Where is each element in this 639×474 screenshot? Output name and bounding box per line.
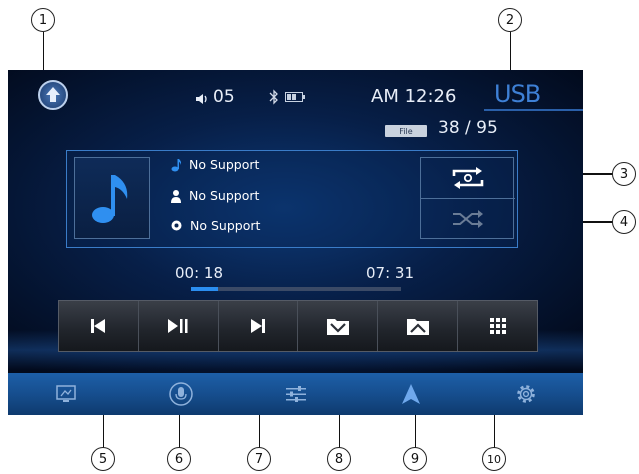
home-up-arrow-icon bbox=[46, 87, 60, 102]
callout-8: 8 bbox=[327, 447, 351, 471]
grid-menu-icon bbox=[489, 318, 506, 334]
person-icon bbox=[171, 189, 181, 203]
bluetooth-icon bbox=[269, 89, 278, 105]
display-nav[interactable] bbox=[8, 373, 123, 415]
shuffle-button[interactable] bbox=[421, 199, 515, 239]
callout-1: 1 bbox=[31, 8, 55, 32]
music-note-small-icon bbox=[171, 158, 181, 171]
battery-phone-icon bbox=[285, 92, 305, 102]
callout-2: 2 bbox=[498, 8, 522, 32]
settings-nav[interactable] bbox=[468, 373, 583, 415]
speaker-icon bbox=[196, 94, 207, 104]
callout-9: 9 bbox=[403, 447, 427, 471]
progress-fill bbox=[191, 287, 219, 291]
folder-up-button[interactable] bbox=[378, 301, 459, 351]
disc-icon bbox=[171, 220, 182, 231]
elapsed-time: 00: 18 bbox=[175, 264, 223, 282]
track-info-panel: No Support No Support No Support bbox=[66, 150, 518, 248]
source-underline bbox=[484, 109, 583, 111]
album-name: No Support bbox=[190, 218, 261, 233]
folder-up-icon bbox=[406, 319, 429, 335]
repeat-button[interactable] bbox=[421, 158, 515, 198]
callout-5: 5 bbox=[91, 447, 115, 471]
callout-10: 10 bbox=[482, 447, 506, 471]
playback-control-bar bbox=[58, 300, 538, 352]
track-list-button[interactable] bbox=[458, 301, 537, 351]
bottom-nav-bar bbox=[8, 373, 583, 415]
volume-level: 05 bbox=[213, 87, 235, 107]
navigation-nav[interactable] bbox=[353, 373, 468, 415]
music-note-icon bbox=[92, 175, 128, 223]
media-player-screen: 05 AM 12:26 USB File 38 / 95 No Support … bbox=[8, 70, 583, 415]
folder-down-icon bbox=[326, 319, 349, 335]
callout-4: 4 bbox=[612, 210, 636, 234]
callout-6: 6 bbox=[167, 447, 191, 471]
album-row: No Support bbox=[171, 218, 260, 233]
progress-bar[interactable] bbox=[191, 287, 401, 291]
source-usb-label[interactable]: USB bbox=[494, 80, 541, 108]
home-button[interactable] bbox=[38, 80, 68, 110]
track-title-row: No Support bbox=[171, 157, 259, 172]
mode-buttons-box bbox=[420, 157, 515, 239]
track-title: No Support bbox=[189, 157, 260, 172]
artist-row: No Support bbox=[171, 188, 259, 203]
album-art bbox=[74, 157, 150, 239]
file-badge: File bbox=[385, 125, 427, 137]
file-position: 38 / 95 bbox=[438, 118, 498, 138]
skip-previous-icon bbox=[91, 319, 106, 333]
shuffle-icon bbox=[453, 210, 483, 228]
folder-down-button[interactable] bbox=[298, 301, 379, 351]
play-pause-button[interactable] bbox=[139, 301, 219, 351]
previous-track-button[interactable] bbox=[59, 301, 139, 351]
play-pause-icon bbox=[168, 319, 188, 333]
skip-next-icon bbox=[251, 319, 266, 333]
navigation-arrow-icon bbox=[401, 384, 420, 404]
microphone-icon bbox=[168, 382, 193, 406]
next-track-button[interactable] bbox=[219, 301, 299, 351]
clock: AM 12:26 bbox=[371, 86, 457, 107]
callout-3: 3 bbox=[612, 162, 636, 186]
display-icon bbox=[55, 385, 76, 402]
total-time: 07: 31 bbox=[366, 264, 414, 282]
gear-icon bbox=[516, 385, 535, 403]
equalizer-icon bbox=[285, 386, 306, 402]
artist-name: No Support bbox=[189, 188, 260, 203]
equalizer-nav[interactable] bbox=[238, 373, 353, 415]
voice-nav[interactable] bbox=[123, 373, 238, 415]
callout-7: 7 bbox=[247, 447, 271, 471]
repeat-icon bbox=[452, 167, 484, 189]
